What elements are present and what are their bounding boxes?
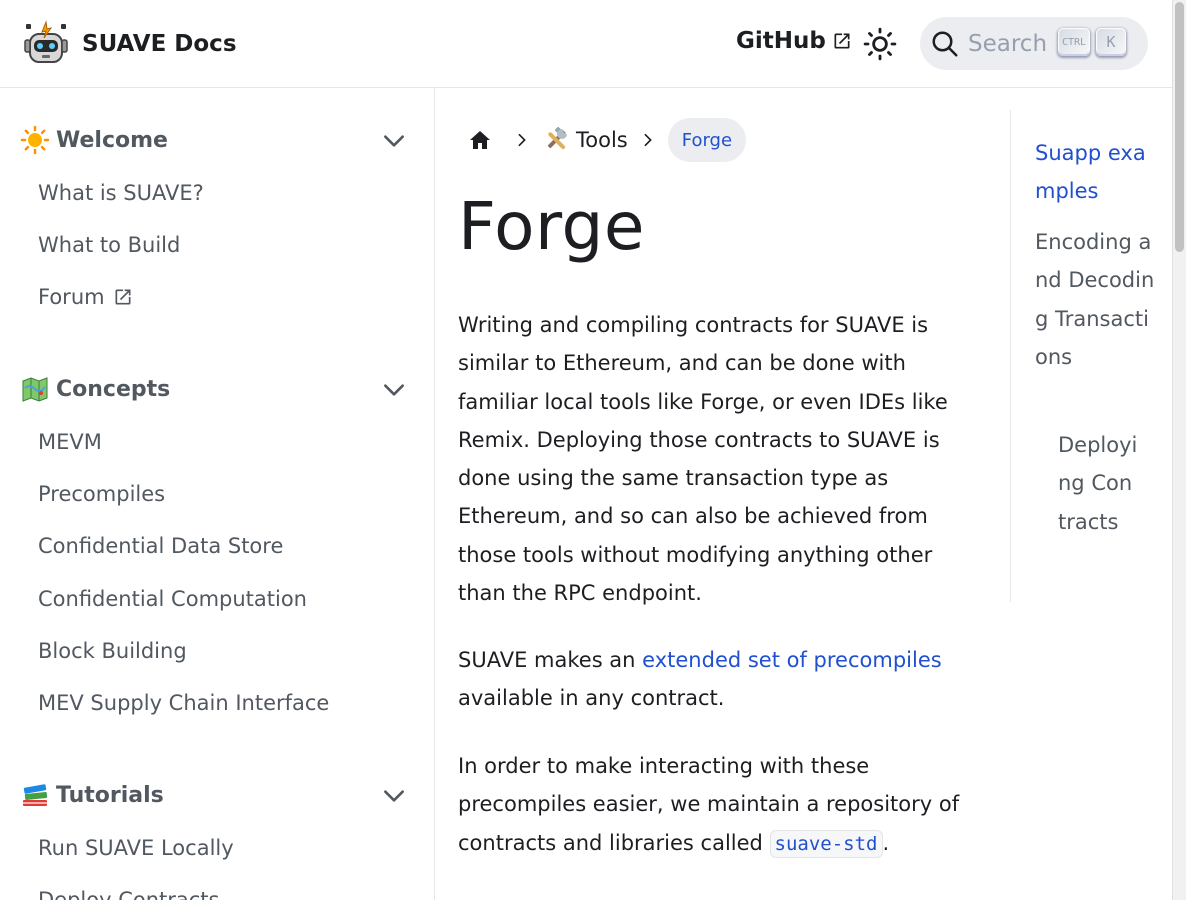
ctrl-key-hint: CTRL bbox=[1058, 28, 1090, 56]
chevron-right-icon bbox=[502, 132, 542, 148]
toc-item-deploying-contracts[interactable]: Deploying Contracts bbox=[1058, 426, 1138, 541]
tools-emoji-icon bbox=[542, 126, 570, 154]
sidebar-item-precompiles[interactable]: Precompiles bbox=[38, 482, 165, 506]
map-emoji-icon bbox=[20, 374, 50, 404]
sidebar-category-tutorials[interactable]: Tutorials bbox=[20, 775, 415, 815]
robot-logo-icon bbox=[22, 20, 70, 68]
sidebar-item-confidential-data-store[interactable]: Confidential Data Store bbox=[38, 534, 283, 558]
navbar: SUAVE Docs GitHub Search CTRL K bbox=[0, 0, 1172, 88]
search-placeholder: Search bbox=[968, 30, 1048, 57]
sidebar-item-forum[interactable]: Forum bbox=[38, 285, 133, 309]
toc-item-suapp-examples[interactable]: Suapp examples bbox=[1035, 134, 1155, 211]
search-icon bbox=[932, 31, 958, 56]
breadcrumb: Tools Forge bbox=[458, 118, 747, 162]
external-link-icon bbox=[834, 33, 850, 49]
chevron-down-icon[interactable] bbox=[381, 377, 407, 403]
sun-icon bbox=[863, 27, 897, 61]
table-of-contents: Suapp examples Encoding and Decoding Tra… bbox=[1010, 110, 1172, 602]
breadcrumb-home[interactable] bbox=[458, 118, 502, 162]
sidebar: Welcome What is SUAVE? What to Build For… bbox=[0, 88, 435, 900]
sidebar-item-mevm[interactable]: MEVM bbox=[38, 430, 102, 454]
books-emoji-icon bbox=[20, 780, 50, 810]
sidebar-category-concepts[interactable]: Concepts bbox=[20, 369, 415, 409]
main-content: Tools Forge Forge Writing and compiling … bbox=[436, 88, 1010, 900]
brand-title: SUAVE Docs bbox=[82, 31, 237, 57]
paragraph-text: SUAVE makes an bbox=[458, 648, 643, 672]
scrollbar-thumb[interactable] bbox=[1175, 2, 1184, 252]
chevron-right-icon bbox=[628, 132, 668, 148]
breadcrumb-current: Forge bbox=[667, 118, 747, 162]
chevron-down-icon[interactable] bbox=[381, 128, 407, 154]
brand-link[interactable]: SUAVE Docs bbox=[22, 20, 237, 68]
sidebar-item-block-building[interactable]: Block Building bbox=[38, 639, 187, 663]
chevron-down-icon[interactable] bbox=[381, 783, 407, 809]
paragraph-precompiles: SUAVE makes an extended set of precompil… bbox=[458, 641, 968, 718]
sidebar-category-label: Concepts bbox=[56, 376, 171, 402]
sidebar-category-welcome[interactable]: Welcome bbox=[20, 120, 415, 160]
paragraph-text: . bbox=[882, 830, 890, 855]
sidebar-category-label: Tutorials bbox=[56, 782, 164, 808]
page-scrollbar[interactable] bbox=[1172, 0, 1186, 900]
sidebar-item-mev-supply-chain-interface[interactable]: MEV Supply Chain Interface bbox=[38, 691, 329, 715]
github-label: GitHub bbox=[736, 28, 826, 54]
page-title: Forge bbox=[458, 188, 645, 265]
k-key-hint: K bbox=[1096, 28, 1126, 56]
search-button[interactable]: Search CTRL K bbox=[920, 17, 1148, 70]
github-link[interactable]: GitHub bbox=[736, 28, 852, 54]
external-link-icon bbox=[115, 289, 131, 305]
sidebar-item-confidential-computation[interactable]: Confidential Computation bbox=[38, 587, 307, 611]
extended-precompiles-link[interactable]: extended set of precompiles bbox=[642, 648, 942, 672]
toc-item-encoding-decoding[interactable]: Encoding and Decoding Transactions bbox=[1035, 223, 1155, 376]
breadcrumb-tools[interactable]: Tools bbox=[542, 126, 628, 154]
sidebar-item-run-suave-locally[interactable]: Run SUAVE Locally bbox=[38, 836, 234, 860]
theme-toggle-button[interactable] bbox=[860, 24, 900, 64]
sidebar-item-what-to-build[interactable]: What to Build bbox=[38, 233, 180, 257]
suave-std-code-link[interactable]: suave-std bbox=[769, 829, 883, 858]
paragraph-suave-std: In order to make interacting with these … bbox=[458, 747, 968, 863]
sidebar-item-what-is-suave[interactable]: What is SUAVE? bbox=[38, 181, 204, 205]
sidebar-item-label: Forum bbox=[38, 285, 105, 309]
paragraph-text: available in any contract. bbox=[458, 686, 725, 711]
sidebar-category-label: Welcome bbox=[56, 127, 168, 153]
sun-emoji-icon bbox=[20, 125, 50, 155]
breadcrumb-tools-label: Tools bbox=[576, 128, 628, 152]
home-icon bbox=[470, 131, 490, 149]
sidebar-item-deploy-contracts[interactable]: Deploy Contracts bbox=[38, 888, 219, 900]
paragraph-intro: Writing and compiling contracts for SUAV… bbox=[458, 313, 948, 606]
